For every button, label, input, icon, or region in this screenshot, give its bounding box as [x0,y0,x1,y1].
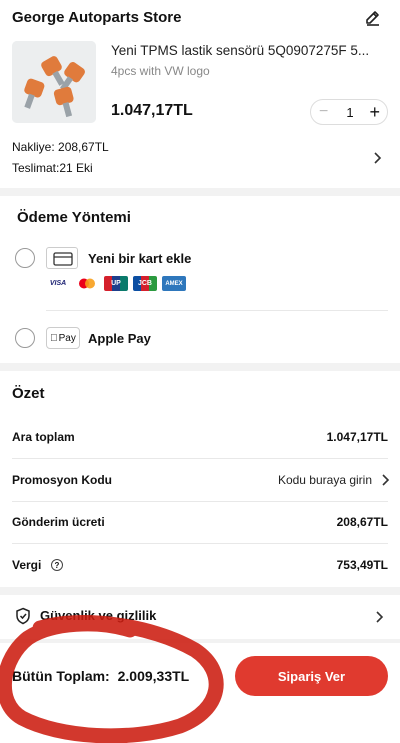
product-image[interactable] [12,41,96,123]
shipping-fee: Nakliye: 208,67TL [12,140,109,154]
tax-value: 753,49TL [336,558,388,572]
chevron-right-icon [376,611,384,623]
visa-logo: VISA [46,276,70,291]
credit-card-icon [46,247,78,269]
promo-code-input[interactable]: Kodu buraya girin [278,473,372,487]
mastercard-logo [75,276,99,291]
add-card-label[interactable]: Yeni bir kart ekle [88,251,191,266]
grand-total-label: Bütün Toplam: [12,668,110,684]
grand-total-value: 2.009,33TL [117,668,190,684]
quantity-stepper: − 1 + [310,99,388,125]
apple-pay-icon-text: Pay [54,332,76,344]
delivery-date: Teslimat:21 Eki [12,161,93,175]
summary-divider [12,501,388,502]
security-label: Güvenlik ve gizlilik [40,608,157,623]
security-row[interactable]: Güvenlik ve gizlilik [0,595,400,639]
apple-pay-icon: Pay [46,327,80,349]
payment-method-title: Ödeme Yöntemi [17,209,131,226]
product-price: 1.047,17TL [111,102,193,119]
place-order-button[interactable]: Sipariş Ver [235,656,388,696]
product-variant: 4pcs with VW logo [111,64,210,78]
info-icon[interactable]: ? [51,559,63,571]
apple-pay-label[interactable]: Apple Pay [88,331,151,346]
add-card-radio[interactable] [15,248,35,268]
payment-divider [46,310,388,311]
amex-logo: AMEX [162,276,186,291]
store-section: George Autoparts Store Yeni TPMS lastik … [0,0,400,188]
subtotal-value: 1.047,17TL [326,430,388,444]
summary-title: Özet [12,385,45,402]
edit-icon[interactable] [364,9,382,27]
increase-quantity-button[interactable]: + [369,103,380,121]
chevron-right-icon[interactable] [372,152,382,164]
chevron-right-icon[interactable] [380,474,390,486]
shipping-cost-label: Gönderim ücreti [12,515,105,529]
unionpay-logo: UP [104,276,128,291]
summary-divider [12,458,388,459]
grand-total: Bütün Toplam: 2.009,33TL [12,668,189,684]
apple-pay-radio[interactable] [15,328,35,348]
summary-divider [12,543,388,544]
promo-code-label: Promosyon Kodu [12,473,113,487]
shield-check-icon [16,607,30,625]
subtotal-label: Ara toplam [12,430,75,444]
jcb-logo: JCB [133,276,157,291]
tpms-sensor-illustration [12,41,96,123]
tax-label: Vergi [12,558,42,572]
store-name[interactable]: George Autoparts Store [12,9,181,26]
shipping-cost-value: 208,67TL [336,515,388,529]
product-name[interactable]: Yeni TPMS lastik sensörü 5Q0907275F 5... [111,43,386,58]
